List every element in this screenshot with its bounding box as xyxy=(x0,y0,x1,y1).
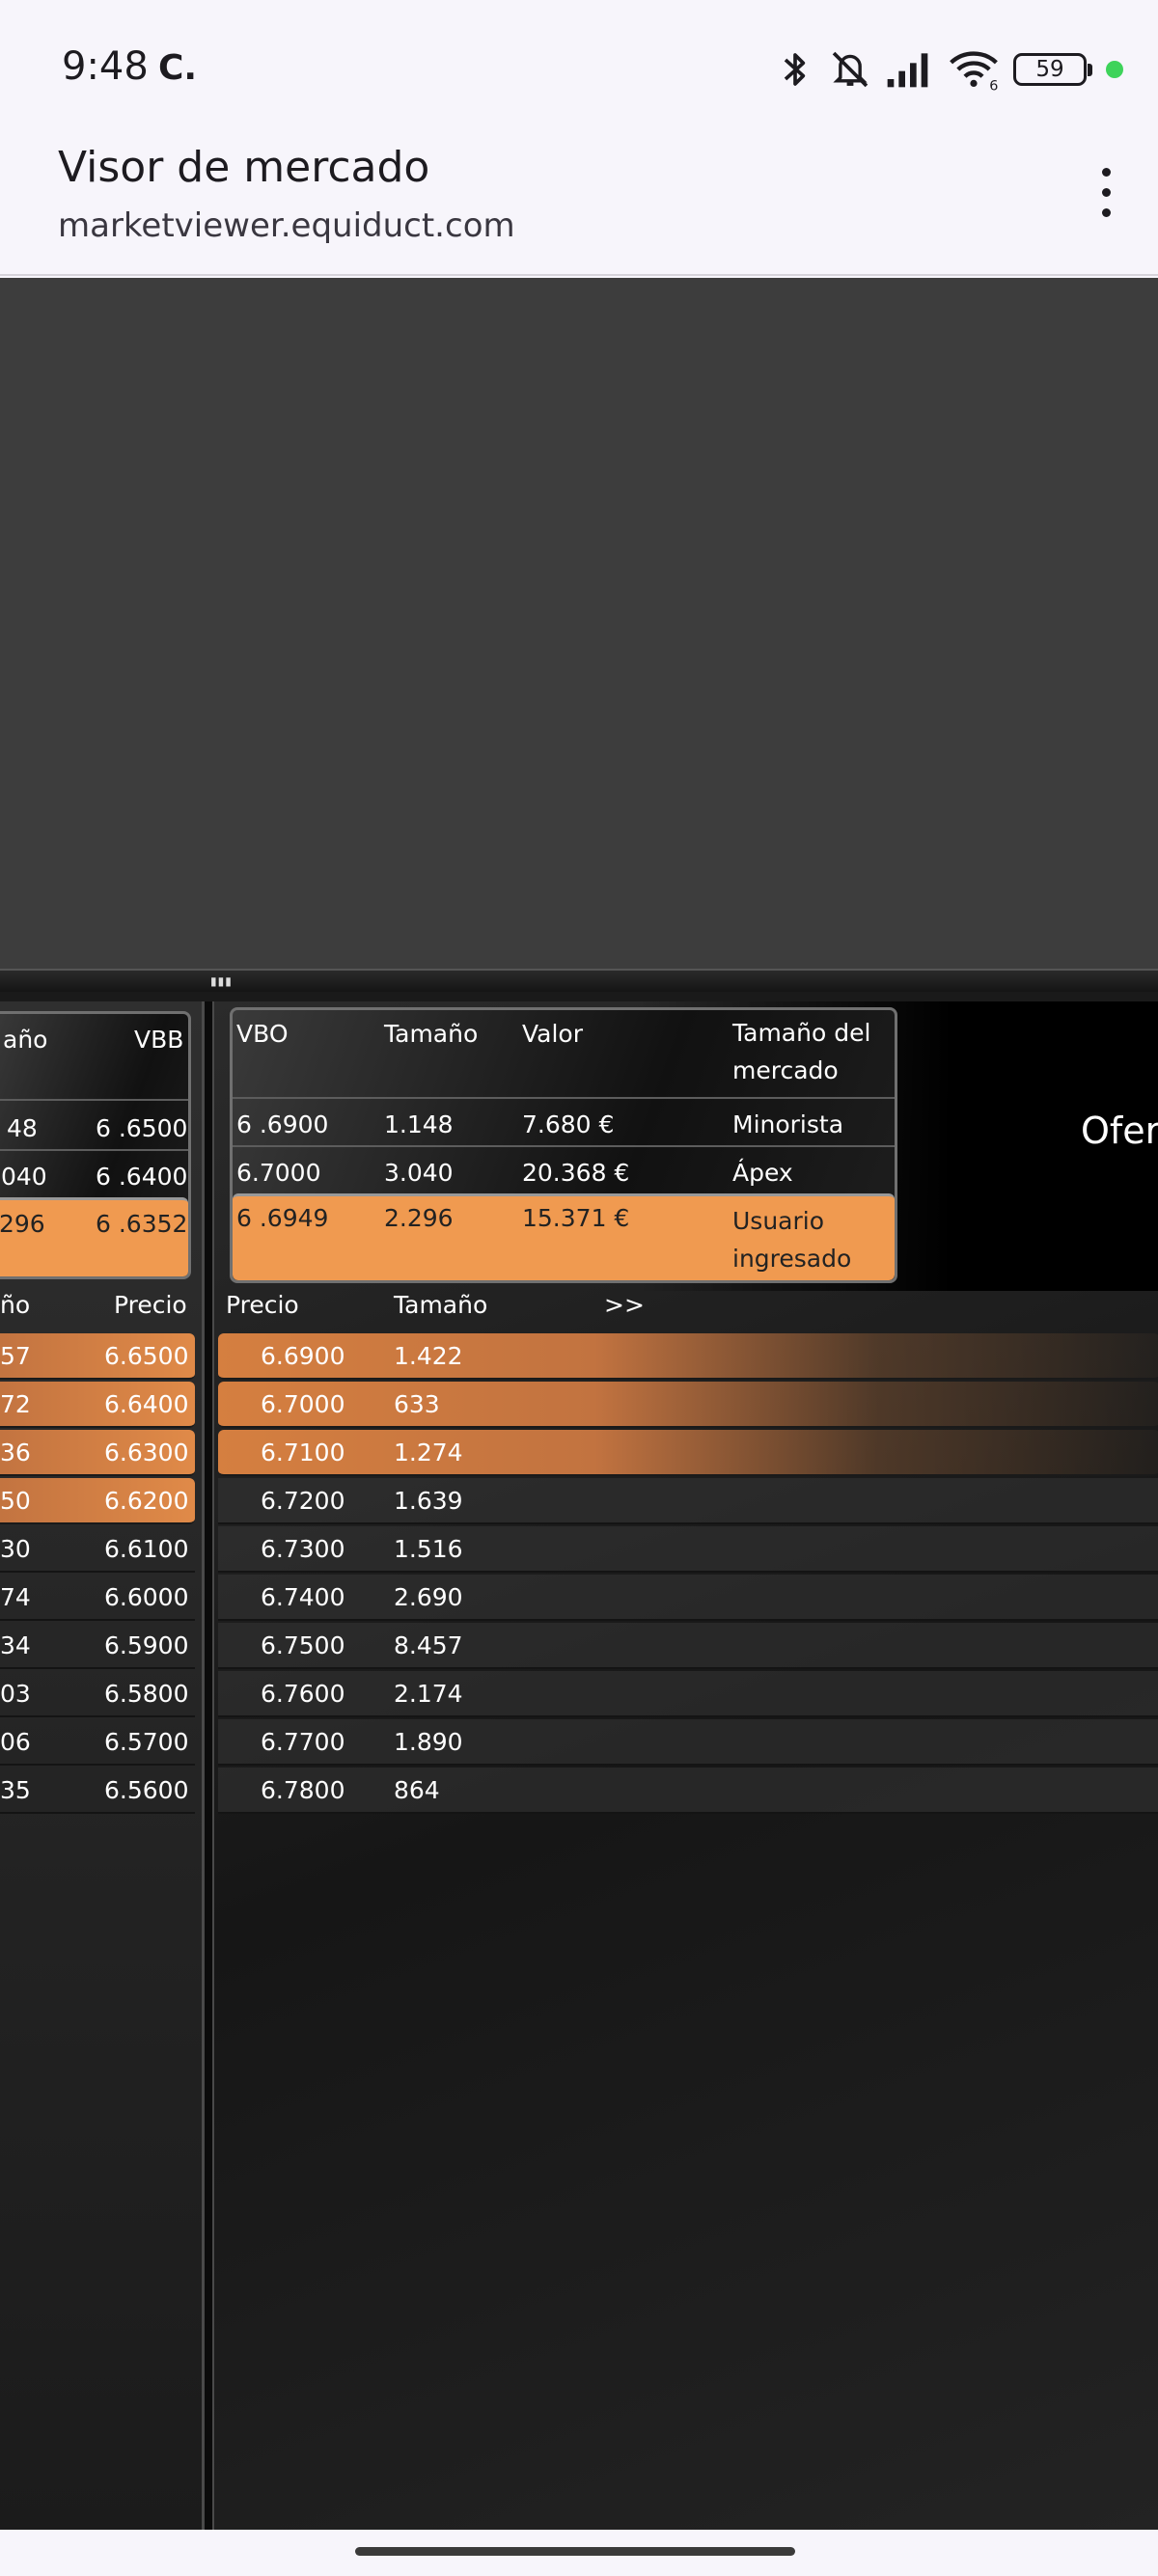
battery-icon: 59 xyxy=(1013,53,1092,86)
offer-depth-row[interactable]: 6.7700 1.890 xyxy=(218,1719,1158,1766)
offer-summary-row-user: 6 .6949 2.296 15.371 € Usuario ingresado xyxy=(233,1193,895,1280)
header-vbb: VBB xyxy=(134,1026,184,1054)
bid-depth-row[interactable]: 35 6.5600 xyxy=(0,1768,195,1814)
bid-depth-row[interactable]: 34 6.5900 xyxy=(0,1623,195,1669)
bid-depth-row[interactable]: 50 6.6200 xyxy=(0,1478,195,1524)
panel-splitter[interactable]: ▮▮▮ xyxy=(0,969,1158,992)
offer-depth-row[interactable]: 6.6900 1.422 xyxy=(218,1333,1158,1380)
page-title: Visor de mercado xyxy=(58,143,430,192)
offer-depth-row[interactable]: 6.7300 1.516 xyxy=(218,1526,1158,1573)
bid-depth-row[interactable]: 30 6.6100 xyxy=(0,1526,195,1573)
wifi-icon: 6 xyxy=(950,51,998,91)
bid-panel: año VBB 48 6 .6500 040 6 .6400 296 6 .63… xyxy=(0,1001,205,2530)
status-bar: 9:48 C. 6 59 xyxy=(0,0,1158,135)
bid-depth-row[interactable]: 57 6.6500 xyxy=(0,1333,195,1380)
bid-depth-row[interactable]: 74 6.6000 xyxy=(0,1575,195,1621)
wifi-badge: 6 xyxy=(989,79,998,91)
offer-side-label: Ofer xyxy=(1081,1110,1158,1152)
offer-depth-header-price: Precio xyxy=(226,1291,299,1319)
bid-depth-row[interactable]: 72 6.6400 xyxy=(0,1382,195,1428)
header-size: año xyxy=(3,1026,48,1054)
offer-depth-row[interactable]: 6.7800 864 xyxy=(218,1768,1158,1814)
gesture-nav-bar xyxy=(0,2530,1158,2576)
bid-depth-row[interactable]: 36 6.6300 xyxy=(0,1430,195,1476)
signal-icon xyxy=(887,53,928,88)
header-market-size: Tamaño del mercado xyxy=(732,1019,871,1084)
offer-depth-row[interactable]: 6.7200 1.639 xyxy=(218,1478,1158,1524)
offer-summary-box: VBO Tamaño Valor Tamaño del mercado 6 .6… xyxy=(230,1007,897,1283)
carrier-glyph: C. xyxy=(158,48,198,88)
offer-panel: Ofer VBO Tamaño Valor Tamaño del mercado… xyxy=(212,1001,1158,2530)
bid-depth-header-size: ño xyxy=(0,1291,31,1319)
offer-summary-header: VBO Tamaño Valor Tamaño del mercado xyxy=(233,1019,895,1103)
offer-depth-row[interactable]: 6.7000 633 xyxy=(218,1382,1158,1428)
expand-columns-button[interactable]: >> xyxy=(604,1291,645,1319)
offer-depth-header-size: Tamaño xyxy=(394,1291,488,1319)
bid-summary-box: año VBB 48 6 .6500 040 6 .6400 296 6 .63… xyxy=(0,1011,191,1279)
market-viewer-content: ▮▮▮ año VBB 48 6 .6500 040 6 .6400 296 6… xyxy=(0,278,1158,2530)
bid-summary-row-user: 296 6 .6352 xyxy=(0,1197,188,1276)
offer-depth-row[interactable]: 6.7600 2.174 xyxy=(218,1671,1158,1717)
mute-icon xyxy=(832,51,868,88)
header-size: Tamaño xyxy=(384,1020,479,1048)
page-url[interactable]: marketviewer.equiduct.com xyxy=(58,206,515,245)
bid-summary-header: año VBB xyxy=(0,1026,188,1103)
bid-depth-row[interactable]: 06 6.5700 xyxy=(0,1719,195,1766)
home-gesture-handle[interactable] xyxy=(355,2547,795,2556)
browser-title-bar: Visor de mercado marketviewer.equiduct.c… xyxy=(0,135,1158,276)
more-options-icon[interactable] xyxy=(1094,168,1117,222)
status-time: 9:48 xyxy=(62,44,149,89)
panel-divider xyxy=(205,1001,212,2530)
header-vbo: VBO xyxy=(236,1020,289,1048)
header-value: Valor xyxy=(522,1020,584,1048)
bluetooth-icon xyxy=(784,53,806,86)
bid-depth-header-price: Precio xyxy=(114,1291,187,1319)
privacy-indicator-dot xyxy=(1106,61,1123,78)
status-icons: 6 59 xyxy=(776,44,1123,95)
offer-depth-row[interactable]: 6.7100 1.274 xyxy=(218,1430,1158,1476)
offer-depth-row[interactable]: 6.7500 8.457 xyxy=(218,1623,1158,1669)
splitter-grip-icon[interactable]: ▮▮▮ xyxy=(210,974,233,988)
offer-depth-row[interactable]: 6.7400 2.690 xyxy=(218,1575,1158,1621)
chart-panel-empty xyxy=(0,278,1158,969)
bid-depth-row[interactable]: 03 6.5800 xyxy=(0,1671,195,1717)
